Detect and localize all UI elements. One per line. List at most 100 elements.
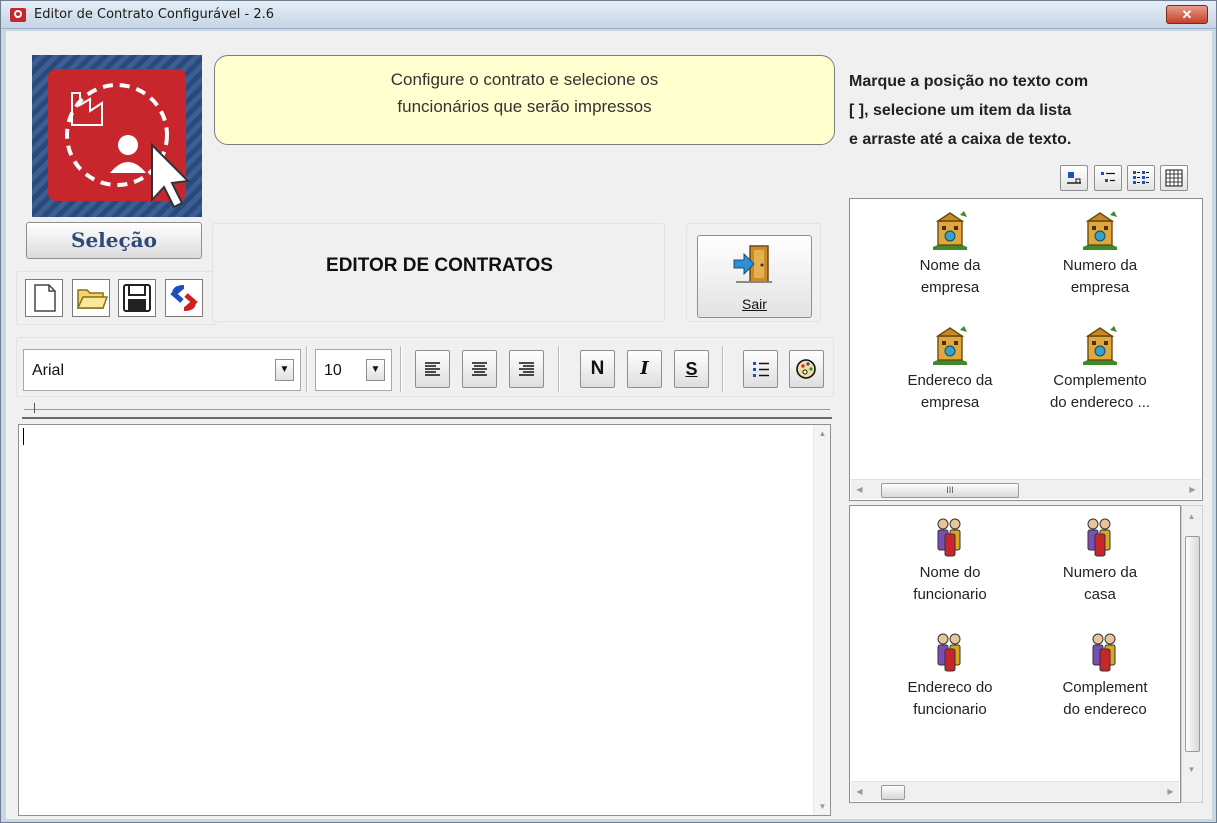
scrollbar-thumb[interactable]: III <box>881 483 1019 498</box>
field-label-line-2: do endereco <box>1063 701 1147 718</box>
field-label-line-2: do endereco ... <box>1049 394 1151 411</box>
title-panel: EDITOR DE CONTRATOS <box>212 223 665 322</box>
contract-text-editor[interactable]: ▲ ▼ <box>18 424 831 816</box>
toolbar-separator <box>722 346 724 392</box>
align-right-button[interactable] <box>509 350 544 388</box>
field-label-line-1: Endereco da <box>907 372 993 389</box>
ruler[interactable] <box>16 399 834 423</box>
list-item-employee-address-complement[interactable]: Complement do endereco <box>1030 631 1180 721</box>
company-list-horizontal-scrollbar[interactable]: ◀ III ▶ <box>851 479 1201 499</box>
title-bar: Editor de Contrato Configurável - 2.6 ✕ <box>1 1 1216 29</box>
list-view-icon[interactable] <box>1127 165 1155 191</box>
field-label-line-2: empresa <box>920 279 980 296</box>
exit-label: Sair <box>742 296 767 312</box>
field-label-line-1: Complement <box>1062 679 1148 696</box>
list-item-company-address[interactable]: Endereco da empresa <box>880 324 1020 414</box>
scroll-down-icon[interactable]: ▼ <box>814 798 831 815</box>
field-label-line-2: funcionario <box>913 701 987 718</box>
company-building-icon <box>933 211 967 250</box>
exit-panel: Sair <box>686 223 821 322</box>
field-label-line-1: Endereco do <box>907 679 993 696</box>
open-folder-icon[interactable] <box>72 279 110 317</box>
font-select[interactable]: Arial ▼ <box>23 349 301 391</box>
list-item-house-number[interactable]: Numero da casa <box>1030 516 1170 606</box>
chevron-down-icon[interactable]: ▼ <box>366 359 385 381</box>
editor-vertical-scrollbar[interactable]: ▲ ▼ <box>813 425 830 815</box>
ruler-indent-marker[interactable] <box>34 403 35 413</box>
selection-button[interactable]: Seleção <box>26 222 202 259</box>
toolbar-separator <box>558 346 560 392</box>
field-label-line-1: Nome do <box>919 564 981 581</box>
align-left-button[interactable] <box>415 350 450 388</box>
ruler-border <box>22 417 832 419</box>
selection-logo-icon <box>32 55 202 217</box>
employee-people-icon <box>1087 518 1111 557</box>
scroll-up-icon[interactable]: ▲ <box>1183 508 1200 525</box>
text-caret <box>23 428 24 445</box>
close-button[interactable]: ✕ <box>1166 5 1208 24</box>
scroll-left-icon[interactable]: ◀ <box>851 783 868 800</box>
font-size-select[interactable]: 10 ▼ <box>315 349 392 391</box>
font-value: Arial <box>32 362 65 379</box>
save-icon[interactable] <box>118 279 156 317</box>
hint-line-2: funcionários que serão impressos <box>397 97 652 116</box>
scroll-right-icon[interactable]: ▶ <box>1184 481 1201 498</box>
list-item-employee-name[interactable]: Nome do funcionario <box>880 516 1020 606</box>
client-area: Seleção Configure o contrato e selecione… <box>6 31 1212 819</box>
ruler-line <box>24 409 830 410</box>
company-building-icon <box>1083 211 1117 250</box>
large-icons-view-icon[interactable] <box>1060 165 1088 191</box>
scroll-right-icon[interactable]: ▶ <box>1162 783 1179 800</box>
field-label-line-1: Complemento <box>1053 372 1147 389</box>
list-item-company-name[interactable]: Nome da empresa <box>880 209 1020 299</box>
align-center-button[interactable] <box>462 350 497 388</box>
app-icon <box>10 8 26 22</box>
company-building-icon <box>1083 326 1117 365</box>
font-size-value: 10 <box>324 362 342 379</box>
format-toolbar: Arial ▼ 10 ▼ N I S <box>16 337 834 397</box>
scroll-up-icon[interactable]: ▲ <box>814 425 831 442</box>
new-document-icon[interactable] <box>25 279 63 317</box>
instructions: Marque a posição no texto com [ ], selec… <box>849 67 1209 154</box>
bold-button[interactable]: N <box>580 350 615 388</box>
employee-people-icon <box>937 518 961 557</box>
list-item-employee-address[interactable]: Endereco do funcionario <box>880 631 1020 721</box>
color-palette-icon <box>796 359 816 379</box>
color-palette-button[interactable] <box>789 350 824 388</box>
exit-button[interactable]: Sair <box>697 235 812 318</box>
list-item-company-number[interactable]: Numero da empresa <box>1030 209 1170 299</box>
instructions-line-1: Marque a posição no texto com <box>849 73 1089 90</box>
toolbar-separator <box>400 346 402 392</box>
italic-button[interactable]: I <box>627 350 662 388</box>
chevron-down-icon[interactable]: ▼ <box>275 359 294 381</box>
page-title: EDITOR DE CONTRATOS <box>326 255 553 276</box>
align-center-icon <box>472 362 487 376</box>
employee-list-horizontal-scrollbar[interactable]: ◀ ▶ <box>851 781 1179 801</box>
field-label-line-1: Numero da <box>1062 257 1138 274</box>
employee-people-icon <box>1092 633 1116 672</box>
align-left-icon <box>425 362 440 376</box>
file-toolbar <box>16 271 218 325</box>
employee-list-vertical-scrollbar[interactable]: ▲ ▼ <box>1181 505 1203 803</box>
company-building-icon <box>933 326 967 365</box>
company-fields-list[interactable]: Nome da empresa Numero da empresa Endere… <box>849 198 1203 501</box>
small-icons-view-icon[interactable] <box>1094 165 1122 191</box>
scroll-down-icon[interactable]: ▼ <box>1183 761 1200 778</box>
field-label-line-2: empresa <box>920 394 980 411</box>
scroll-left-icon[interactable]: ◀ <box>851 481 868 498</box>
employee-fields-list[interactable]: Nome do funcionario Numero da casa Ender… <box>849 505 1181 803</box>
bullet-list-icon <box>753 362 769 377</box>
bullet-list-button[interactable] <box>743 350 778 388</box>
window-title: Editor de Contrato Configurável - 2.6 <box>34 7 275 22</box>
view-mode-buttons <box>1060 165 1190 193</box>
refresh-icon[interactable] <box>165 279 203 317</box>
hint-box: Configure o contrato e selecione os func… <box>214 55 835 145</box>
underline-button[interactable]: S <box>674 350 709 388</box>
details-view-icon[interactable] <box>1160 165 1188 191</box>
instructions-line-3: e arraste até a caixa de texto. <box>849 131 1072 148</box>
exit-door-icon <box>733 245 772 283</box>
list-item-company-address-complement[interactable]: Complemento do endereco ... <box>1030 324 1170 414</box>
scrollbar-thumb[interactable] <box>1185 536 1200 752</box>
scrollbar-thumb[interactable] <box>881 785 905 800</box>
field-label-line-1: Numero da <box>1062 564 1138 581</box>
